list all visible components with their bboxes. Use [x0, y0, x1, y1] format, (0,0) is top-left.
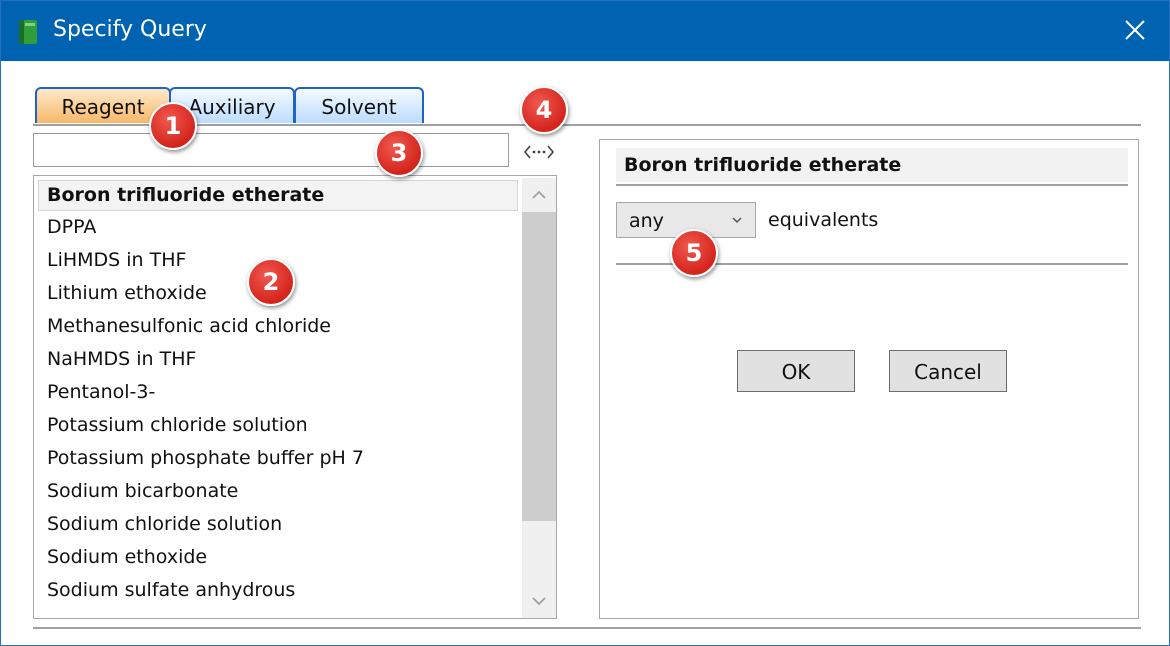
- list-item[interactable]: Boron trifluoride etherate: [38, 180, 518, 211]
- list-item[interactable]: Sodium sulfate anhydrous: [34, 574, 520, 607]
- tab-strip-divider: [33, 124, 1141, 126]
- panel-resize-handle[interactable]: [523, 142, 555, 162]
- chevron-down-icon: [532, 597, 546, 606]
- specify-query-dialog: Specify Query Reagent Auxiliary Solvent …: [0, 0, 1170, 646]
- close-button[interactable]: [1111, 11, 1157, 51]
- list-item[interactable]: Pentanol-3-: [34, 376, 520, 409]
- reagent-detail-panel: Boron trifluoride etherate any equivalen…: [599, 139, 1139, 619]
- list-item[interactable]: Potassium chloride solution: [34, 409, 520, 442]
- list-item[interactable]: Sodium chloride solution: [34, 508, 520, 541]
- title-bar: Specify Query: [1, 1, 1169, 61]
- vertical-scrollbar[interactable]: [522, 178, 556, 618]
- window-title: Specify Query: [53, 17, 207, 42]
- close-icon: [1125, 20, 1145, 40]
- list-item[interactable]: Sodium bicarbonate: [34, 475, 520, 508]
- divider: [616, 184, 1128, 186]
- callout-badge-5: 5: [670, 229, 718, 277]
- callout-badge-2: 2: [247, 258, 295, 306]
- tab-solvent[interactable]: Solvent: [294, 87, 424, 123]
- equivalents-value: any: [629, 210, 664, 232]
- callout-badge-1: 1: [149, 102, 197, 150]
- bottom-divider: [33, 627, 1141, 629]
- list-item[interactable]: Sodium ethoxide: [34, 541, 520, 574]
- ok-button[interactable]: OK: [737, 350, 855, 392]
- green-book-icon: [19, 20, 37, 44]
- list-item[interactable]: NaHMDS in THF: [34, 343, 520, 376]
- reagent-list: Boron trifluoride etherate DPPA LiHMDS in …: [33, 175, 557, 619]
- reagent-list-items: Boron trifluoride etherate DPPA LiHMDS in …: [34, 178, 520, 607]
- selected-reagent-title: Boron trifluoride etherate: [616, 148, 1128, 182]
- horizontal-resize-icon: [523, 145, 555, 159]
- callout-badge-4: 4: [520, 86, 568, 134]
- chevron-down-icon: [732, 217, 742, 224]
- list-item[interactable]: Potassium phosphate buffer pH 7: [34, 442, 520, 475]
- list-item[interactable]: DPPA: [34, 211, 520, 244]
- equivalents-label: equivalents: [768, 209, 879, 231]
- chevron-up-icon: [532, 190, 546, 199]
- scroll-down-button[interactable]: [522, 584, 556, 618]
- search-input[interactable]: [33, 133, 509, 167]
- callout-badge-3: 3: [375, 129, 423, 177]
- list-item[interactable]: Methanesulfonic acid chloride: [34, 310, 520, 343]
- scroll-up-button[interactable]: [522, 178, 556, 212]
- cancel-button[interactable]: Cancel: [889, 350, 1007, 392]
- scroll-thumb[interactable]: [522, 212, 556, 521]
